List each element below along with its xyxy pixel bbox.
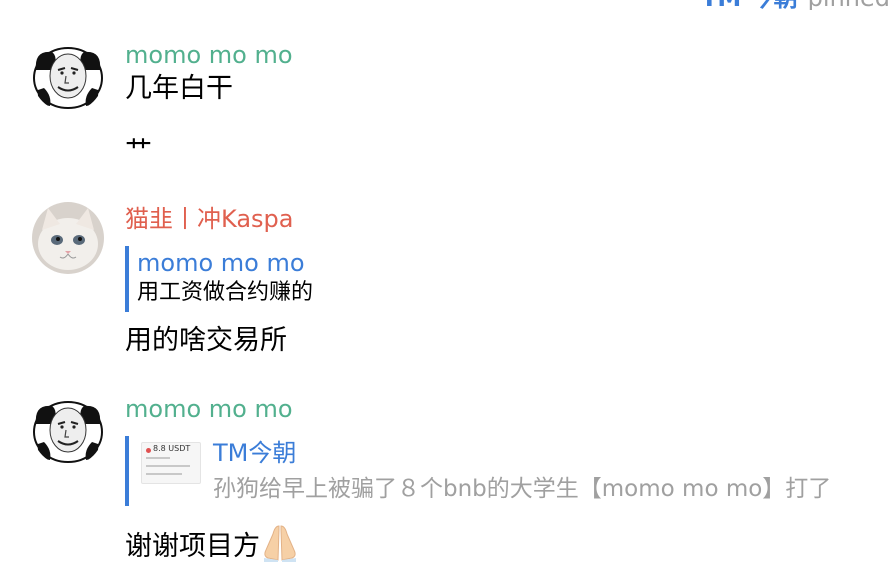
message-sender[interactable]: 猫韭丨冲Kaspa: [125, 205, 293, 233]
message-sender[interactable]: momo mo mo: [125, 41, 293, 69]
pinned-sender: TM 今朝: [701, 0, 798, 10]
avatar-cat[interactable]: [32, 202, 104, 274]
message-text-content: 谢谢项目方: [125, 531, 260, 562]
message-text: 用的啥交易所: [125, 325, 287, 356]
reply-quote[interactable]: momo mo mo 用工资做合约赚的: [125, 246, 313, 312]
pinned-message-text: TM 今朝 pinned: [701, 0, 890, 10]
message-text: 艹: [125, 136, 152, 155]
reply-sender: TM今朝: [213, 439, 297, 467]
pinned-message-bar[interactable]: TM 今朝 pinned: [0, 0, 890, 10]
thumbnail-text: 8.8 USDT: [153, 444, 191, 453]
folded-hands-icon: [260, 524, 300, 571]
reply-text: 孙狗给早上被骗了８个bnb的大学生【momo mo mo】打了: [213, 476, 832, 502]
reply-quote[interactable]: 8.8 USDT TM今朝 孙狗给早上被骗了８个bnb的大学生【momo mo …: [125, 436, 890, 506]
reply-text: 用工资做合约赚的: [137, 280, 314, 305]
reply-sender: momo mo mo: [137, 249, 305, 277]
message-text: 谢谢项目方: [125, 524, 300, 571]
message-text: 几年白干: [125, 73, 233, 104]
status-dot-icon: [146, 448, 151, 453]
message-sender[interactable]: momo mo mo: [125, 395, 293, 423]
reply-thumbnail: 8.8 USDT: [141, 442, 201, 484]
avatar-panda-meme[interactable]: [32, 40, 104, 112]
avatar-panda-meme[interactable]: [32, 394, 104, 466]
pinned-label: pinned: [808, 0, 890, 10]
